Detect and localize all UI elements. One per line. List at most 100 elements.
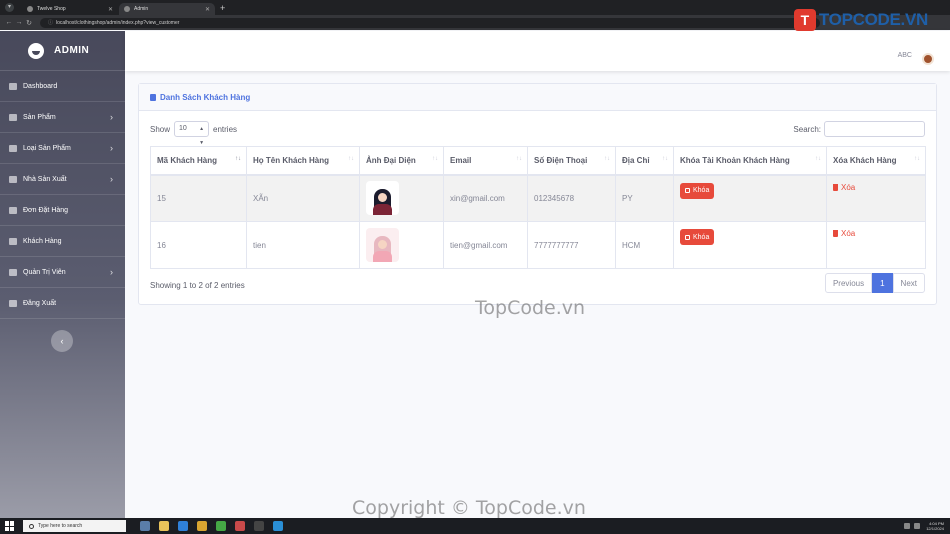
task-view-icon[interactable] <box>140 521 150 531</box>
table-row: 15 XÃn xin@gmail.com 012345678 PY Khóa X… <box>150 174 926 222</box>
customer-avatar <box>366 181 399 216</box>
sidebar-brand[interactable]: ADMIN <box>0 31 125 71</box>
page-size-select[interactable]: 10 ▲ ▼ <box>174 121 210 146</box>
app-icon[interactable] <box>216 521 226 531</box>
sidebar-item-label: Sản Phẩm <box>23 113 56 121</box>
chevron-right-icon: › <box>110 174 113 184</box>
customer-id: 15 <box>150 174 247 222</box>
sort-icon: ↑↓ <box>815 156 821 162</box>
taskbar: Type here to search 4:04 PM 12/1/2024 <box>0 518 950 534</box>
search-input[interactable] <box>824 121 925 137</box>
lock-label: Khóa <box>693 233 710 241</box>
pagination: Previous 1 Next <box>824 273 925 293</box>
search-label: Search: <box>793 124 821 134</box>
address-bar[interactable]: ⓘ localhost/clothingshop/admin/index.php?… <box>40 17 820 28</box>
page-size-value: 10 <box>179 125 187 132</box>
reload-icon[interactable]: ↻ <box>24 19 34 27</box>
column-header-avatar[interactable]: Ảnh Đại Diện ↑↓ <box>359 146 444 176</box>
previous-page-button[interactable]: Previous <box>824 273 873 293</box>
watermark-bottom: Copyright © TopCode.vn <box>352 497 586 519</box>
sort-icon: ↑↓ <box>604 156 610 162</box>
delete-customer-link[interactable]: Xóa <box>833 229 855 238</box>
sidebar-item-logout[interactable]: Đăng Xuất <box>0 288 125 319</box>
browser-tab-admin[interactable]: Admin ✕ <box>119 3 215 15</box>
lock-account-button[interactable]: Khóa <box>680 229 715 245</box>
admin-user-icon <box>9 268 17 276</box>
topcode-logo: T TOPCODE.VN <box>793 9 928 31</box>
avatar-face <box>378 240 387 249</box>
sidebar-item-label: Nhà Sản Xuất <box>23 175 67 183</box>
column-header-lock[interactable]: Khóa Tài Khoản Khách Hàng ↑↓ <box>673 146 827 176</box>
volume-icon[interactable] <box>914 523 921 529</box>
sidebar-item-admins[interactable]: Quản Trị Viên › <box>0 257 125 288</box>
trash-icon <box>833 183 838 191</box>
show-label: Show <box>150 124 171 134</box>
delete-label: Xóa <box>841 182 856 192</box>
column-label: Xóa Khách Hàng <box>833 155 897 165</box>
sidebar-item-products[interactable]: Sản Phẩm › <box>0 102 125 133</box>
delete-customer-link[interactable]: Xóa <box>833 183 855 192</box>
new-tab-icon[interactable]: + <box>220 3 225 13</box>
customer-table: Mã Khách Hàng ↑↓ Họ Tên Khách Hàng ↑↓ Ảnh … <box>150 146 926 269</box>
app-icon[interactable] <box>235 521 245 531</box>
customer-name: XÃn <box>246 174 360 222</box>
customer-name: tien <box>246 221 360 269</box>
sort-icon: ↑↓ <box>662 156 668 162</box>
topbar: ABC <box>125 31 950 71</box>
sidebar-item-customers[interactable]: Khách Hàng <box>0 226 125 257</box>
sidebar-item-label: Đăng Xuất <box>23 299 57 307</box>
chrome-icon[interactable] <box>197 521 207 531</box>
tab-search-icon[interactable]: ▾ <box>5 3 14 12</box>
table-header-row: Mã Khách Hàng ↑↓ Họ Tên Khách Hàng ↑↓ Ảnh … <box>150 146 926 176</box>
vscode-icon[interactable] <box>178 521 188 531</box>
card-header: Danh Sách Khách Hàng <box>139 84 936 111</box>
next-page-button[interactable]: Next <box>892 273 925 293</box>
forward-icon[interactable]: → <box>14 19 24 26</box>
lock-icon <box>685 188 690 193</box>
page-1-button[interactable]: 1 <box>872 273 893 293</box>
site-info-icon[interactable]: ⓘ <box>48 20 53 26</box>
lock-account-button[interactable]: Khóa <box>680 182 715 199</box>
table-info: Showing 1 to 2 of 2 entries <box>150 281 245 290</box>
customer-phone: 012345678 <box>527 174 616 222</box>
close-tab-icon[interactable]: ✕ <box>108 6 113 13</box>
taskbar-search-placeholder: Type here to search <box>38 523 83 529</box>
sidebar-toggle-button[interactable]: ‹ <box>51 330 73 352</box>
customer-avatar <box>366 228 399 262</box>
network-icon[interactable] <box>904 523 911 529</box>
customer-email: tien@gmail.com <box>443 221 528 269</box>
browser-tab-shop[interactable]: Twelve Shop ✕ <box>22 3 118 15</box>
column-header-id[interactable]: Mã Khách Hàng ↑↓ <box>150 146 247 176</box>
column-header-name[interactable]: Họ Tên Khách Hàng ↑↓ <box>246 146 360 176</box>
avatar-body <box>373 204 392 216</box>
sidebar-item-orders[interactable]: Đơn Đặt Hàng <box>0 195 125 226</box>
screen: ▾ Twelve Shop ✕ Admin ✕ + ← → ↻ ⓘ localho… <box>0 0 950 534</box>
close-tab-icon[interactable]: ✕ <box>205 6 210 13</box>
sidebar-item-manufacturers[interactable]: Nhà Sản Xuất › <box>0 164 125 195</box>
column-header-delete[interactable]: Xóa Khách Hàng ↑↓ <box>826 146 926 176</box>
column-header-phone[interactable]: Số Điện Thoại ↑↓ <box>527 146 616 176</box>
dashboard-icon <box>9 82 17 90</box>
watermark-center: TopCode.vn <box>475 297 586 319</box>
page-length-control: Show 10 ▲ ▼ entries <box>150 121 237 146</box>
taskbar-search[interactable]: Type here to search <box>23 520 126 532</box>
terminal-icon[interactable] <box>254 521 264 531</box>
column-header-email[interactable]: Email ↑↓ <box>443 146 528 176</box>
user-menu[interactable]: ABC <box>898 45 934 65</box>
brand-text: ADMIN <box>54 45 90 56</box>
windows-start-icon[interactable] <box>5 521 15 531</box>
lock-cell: Khóa <box>673 174 827 222</box>
file-explorer-icon[interactable] <box>159 521 169 531</box>
chevron-right-icon: › <box>110 267 113 277</box>
customer-icon <box>9 237 17 245</box>
category-icon <box>9 144 17 152</box>
sort-icon: ↑↓ <box>516 156 522 162</box>
column-header-address[interactable]: Địa Chỉ ↑↓ <box>615 146 674 176</box>
edge-icon[interactable] <box>273 521 283 531</box>
table-row: 16 tien tien@gmail.com 7777777777 HCM Kh… <box>150 221 926 269</box>
lock-icon <box>685 234 690 240</box>
sidebar-item-dashboard[interactable]: Dashboard <box>0 71 125 102</box>
back-icon[interactable]: ← <box>4 19 14 26</box>
clock[interactable]: 4:04 PM 12/1/2024 <box>926 521 944 531</box>
sidebar-item-categories[interactable]: Loại Sản Phẩm › <box>0 133 125 164</box>
